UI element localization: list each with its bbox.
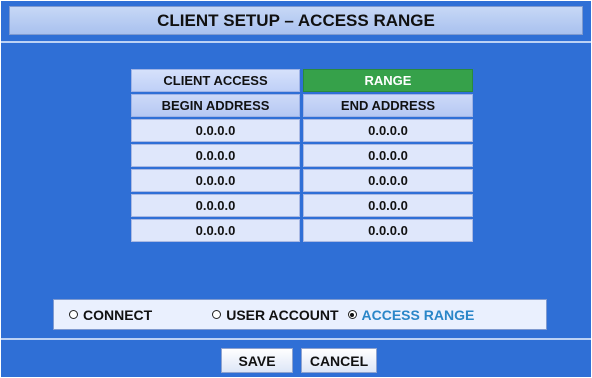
radio-selected-icon bbox=[347, 310, 357, 319]
radio-user-account-label: USER ACCOUNT bbox=[226, 306, 339, 323]
radio-user-account[interactable]: USER ACCOUNT bbox=[212, 306, 339, 323]
end-address-field-5[interactable]: 0.0.0.0 bbox=[303, 219, 473, 242]
tab-client-access[interactable]: CLIENT ACCESS bbox=[131, 69, 300, 92]
end-address-field-1[interactable]: 0.0.0.0 bbox=[303, 119, 473, 142]
end-address-field-3[interactable]: 0.0.0.0 bbox=[303, 169, 473, 192]
window-title: CLIENT SETUP – ACCESS RANGE bbox=[9, 6, 583, 35]
column-header-begin-address: BEGIN ADDRESS bbox=[131, 94, 300, 117]
footer-divider bbox=[1, 338, 591, 340]
save-button[interactable]: SAVE bbox=[221, 348, 293, 373]
setup-mode-bar: CONNECT USER ACCOUNT ACCESS RANGE bbox=[53, 299, 547, 330]
tab-range[interactable]: RANGE bbox=[303, 69, 473, 92]
column-header-end-address: END ADDRESS bbox=[303, 94, 473, 117]
begin-address-field-3[interactable]: 0.0.0.0 bbox=[131, 169, 300, 192]
access-range-table: CLIENT ACCESS RANGE BEGIN ADDRESS END AD… bbox=[131, 69, 473, 242]
title-divider bbox=[1, 41, 591, 43]
cancel-button[interactable]: CANCEL bbox=[301, 348, 377, 373]
begin-address-field-5[interactable]: 0.0.0.0 bbox=[131, 219, 300, 242]
end-address-field-4[interactable]: 0.0.0.0 bbox=[303, 194, 473, 217]
begin-address-field-4[interactable]: 0.0.0.0 bbox=[131, 194, 300, 217]
radio-unselected-icon bbox=[69, 310, 78, 319]
radio-unselected-icon bbox=[212, 310, 222, 319]
begin-address-field-1[interactable]: 0.0.0.0 bbox=[131, 119, 300, 142]
begin-address-field-2[interactable]: 0.0.0.0 bbox=[131, 144, 300, 167]
radio-connect-label: CONNECT bbox=[83, 306, 153, 323]
client-setup-window: CLIENT SETUP – ACCESS RANGE CLIENT ACCES… bbox=[1, 1, 591, 377]
radio-access-range[interactable]: ACCESS RANGE bbox=[347, 306, 475, 323]
radio-access-range-label: ACCESS RANGE bbox=[361, 306, 475, 323]
end-address-field-2[interactable]: 0.0.0.0 bbox=[303, 144, 473, 167]
radio-connect[interactable]: CONNECT bbox=[69, 307, 152, 323]
